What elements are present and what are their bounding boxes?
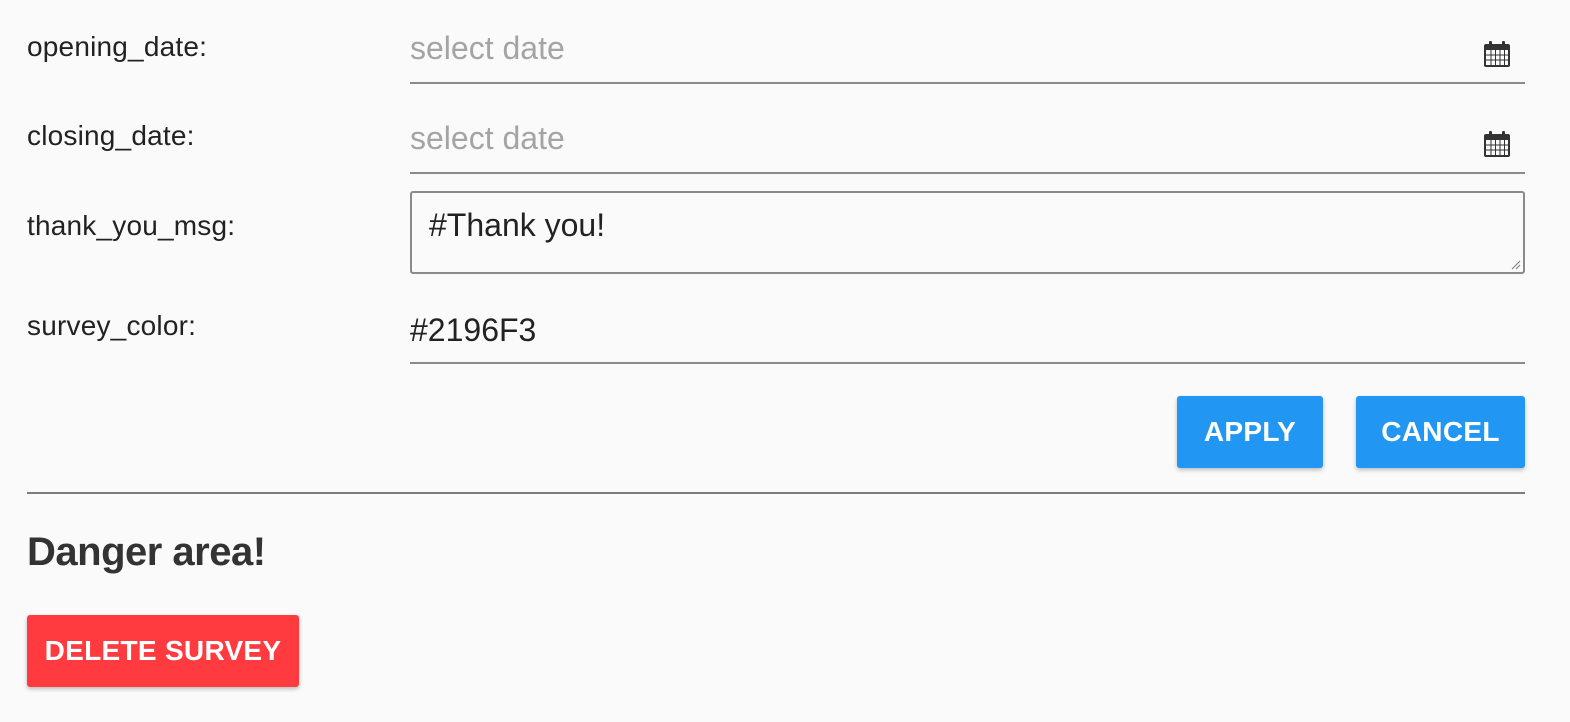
apply-button[interactable]: APPLY (1177, 396, 1323, 468)
survey-color-input[interactable]: #2196F3 (410, 302, 1525, 364)
opening-date-input[interactable]: select date (410, 22, 1525, 84)
danger-area-heading: Danger area! (27, 530, 266, 574)
resize-grip-icon[interactable] (1511, 260, 1521, 270)
cancel-button[interactable]: CANCEL (1356, 396, 1525, 468)
thank-you-msg-label: thank_you_msg: (27, 210, 236, 241)
opening-date-placeholder: select date (410, 30, 565, 66)
survey-color-label: survey_color: (27, 310, 197, 341)
closing-date-placeholder: select date (410, 120, 565, 156)
calendar-icon[interactable] (1483, 130, 1511, 158)
thank-you-msg-textarea[interactable]: #Thank you! (410, 191, 1525, 274)
thank-you-msg-value: #Thank you! (429, 207, 606, 243)
survey-settings-form: opening_date: select date closing_date: … (0, 0, 1570, 722)
delete-survey-button[interactable]: DELETE SURVEY (27, 615, 299, 687)
closing-date-label: closing_date: (27, 120, 195, 151)
survey-color-value: #2196F3 (410, 312, 537, 348)
opening-date-label: opening_date: (27, 31, 208, 62)
section-divider (27, 492, 1525, 494)
closing-date-input[interactable]: select date (410, 112, 1525, 174)
calendar-icon[interactable] (1483, 40, 1511, 68)
